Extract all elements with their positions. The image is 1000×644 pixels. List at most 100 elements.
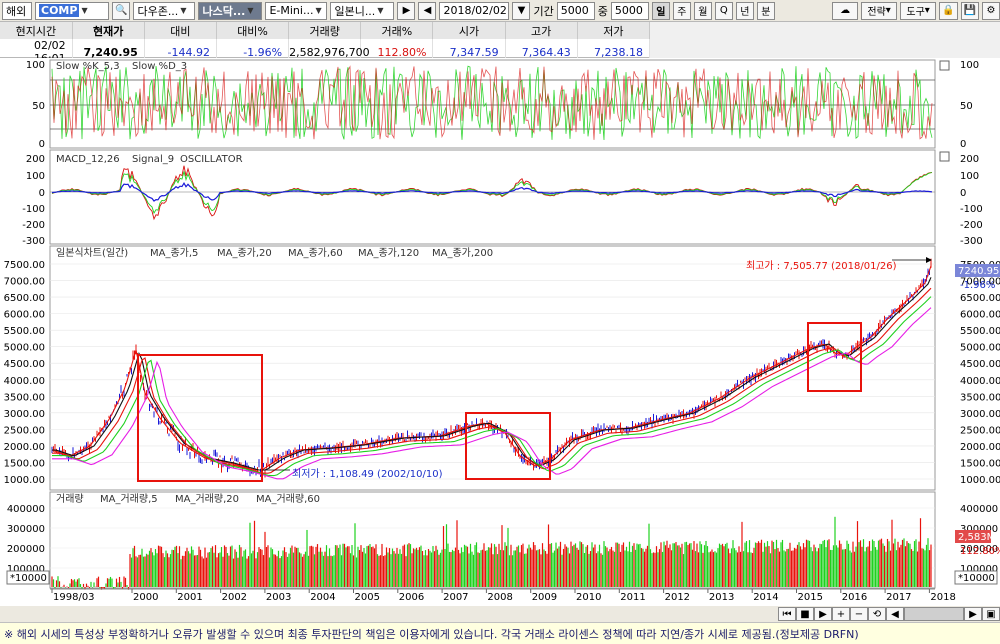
stoch-tick-right: 50 [960, 101, 973, 112]
x-tick-label: 2004 [310, 592, 335, 603]
x-tick-label: 1998/03 [53, 592, 95, 603]
interval-quarter[interactable]: Q [714, 1, 733, 20]
pan-left-icon[interactable]: ◀ [886, 607, 904, 621]
stoch-tick-left: 50 [32, 101, 45, 112]
scroll-prev-icon[interactable]: ▶ [814, 607, 832, 621]
last-volume: 2,583M [958, 532, 995, 543]
volume-legend: 거래량 [56, 493, 84, 505]
count-input[interactable]: 5000 [610, 1, 649, 20]
chart-type-select[interactable]: 일본니... ▼ [330, 1, 395, 20]
chevron-down-icon[interactable]: ▼ [315, 6, 321, 15]
price-tick-right: 6000.00 [960, 310, 1000, 321]
futures-label: E-Mini... [269, 4, 314, 17]
tools-button[interactable]: 도구 ▾ [900, 1, 937, 20]
price-tick-left: 1500.00 [4, 458, 45, 469]
code-select[interactable]: COMP ▼ [35, 1, 109, 20]
price-tick-left: 7000.00 [4, 277, 45, 288]
reset-icon[interactable]: ⟲ [868, 607, 886, 621]
chevron-down-icon[interactable]: ▼ [180, 6, 186, 15]
play-icon[interactable]: ▶ [397, 1, 416, 20]
market-select[interactable]: 해외 [2, 1, 32, 20]
macd-tick-right: -100 [960, 204, 983, 215]
x-tick-label: 2009 [532, 592, 557, 603]
chart-nav-bar: ⏮ ■ ▶ + − ⟲ ◀ ▶ ▣ [0, 606, 1000, 622]
x-tick-label: 2005 [355, 592, 380, 603]
vol-ma-legend-60: MA_거래량,60 [256, 493, 320, 505]
macd-tick-right: 200 [960, 154, 979, 165]
period-value: 5000 [560, 4, 589, 17]
stop-icon[interactable]: ■ [796, 607, 814, 621]
price-tick-left: 5000.00 [4, 343, 45, 354]
quote-table: 현지시간 현재가 대비 대비% 거래량 거래% 시가 고가 저가 02/02 1… [0, 22, 651, 65]
panel-expand-icon[interactable] [939, 60, 950, 71]
interval-week[interactable]: 주 [672, 1, 691, 20]
quote-header: 고가 [505, 22, 578, 39]
scrollbar-track[interactable] [904, 607, 964, 621]
footer-notice: ※ 해외 시세의 특성상 부정확하거나 오류가 발생할 수 있으며 최종 투자판… [0, 622, 1000, 644]
price-tick-right: 5500.00 [960, 326, 1000, 337]
scroll-left-icon[interactable]: ⏮ [778, 607, 796, 621]
stoch-tick-right: 100 [960, 60, 979, 71]
macd-legend: MACD_12,26 [56, 154, 120, 165]
price-panel[interactable] [49, 245, 936, 491]
cloud-icon[interactable]: ☁ [832, 1, 859, 20]
prev-icon[interactable]: ◀ [418, 1, 437, 20]
chevron-down-icon[interactable]: ▼ [81, 6, 87, 15]
volume-unit-right: *10000 [958, 573, 995, 584]
strategy-label: 전략 [867, 7, 886, 18]
x-tick-label: 2008 [487, 592, 512, 603]
chevron-down-icon[interactable]: ▼ [247, 6, 253, 15]
x-tick-label: 2014 [753, 592, 778, 603]
save-icon[interactable]: 💾 [960, 1, 979, 20]
chart-svg[interactable]: 100 50 0 100 50 0 Slow %K_5,3 Slow %D_3 … [0, 58, 1000, 606]
lock-icon[interactable]: 🔒 [939, 1, 958, 20]
last-volume-ratio: 112.80% [960, 546, 1000, 557]
index-select[interactable]: 나스닥... ▼ [198, 1, 263, 20]
zoom-in-icon[interactable]: + [832, 607, 850, 621]
quote-header: 시가 [432, 22, 506, 39]
price-legend: 일본식차트(일간) [56, 247, 128, 259]
strategy-button[interactable]: 전략 ▾ [861, 1, 898, 20]
period-input[interactable]: 5000 [556, 1, 595, 20]
x-tick-label: 2018 [930, 592, 955, 603]
signal-legend: Signal_9 [132, 154, 174, 165]
pan-right-icon[interactable]: ▶ [964, 607, 982, 621]
settings-icon[interactable]: ⚙ [982, 1, 1000, 20]
x-tick-label: 2002 [222, 592, 247, 603]
macd-tick: -300 [22, 236, 45, 247]
macd-tick: 0 [39, 188, 45, 199]
ma-legend-5: MA_종가,5 [150, 247, 198, 259]
interval-year[interactable]: 년 [735, 1, 754, 20]
search-icon[interactable]: 🔍 [112, 1, 131, 20]
panel-expand-icon[interactable] [939, 151, 950, 162]
price-tick-right: 4000.00 [960, 376, 1000, 387]
interval-day[interactable]: 일 [651, 1, 670, 20]
date-chevron-icon[interactable]: ▼ [512, 1, 531, 20]
interval-minute[interactable]: 분 [756, 1, 775, 20]
stoch-tick-left: 0 [39, 139, 45, 150]
date-field[interactable]: 2018/02/02 [439, 1, 510, 20]
price-tick-right: 3500.00 [960, 392, 1000, 403]
low-label: 최저가 : 1,108.49 (2002/10/10) [292, 468, 443, 480]
x-tick-label: 2017 [886, 592, 911, 603]
count-value: 5000 [614, 4, 643, 17]
x-tick-label: 2000 [133, 592, 158, 603]
fit-icon[interactable]: ▣ [982, 607, 1000, 621]
price-tick-left: 5500.00 [4, 326, 45, 337]
price-tick-right: 4500.00 [960, 359, 1000, 370]
interval-month[interactable]: 월 [693, 1, 712, 20]
quote-header: 대비 [144, 22, 217, 39]
stoch-tick-right: 0 [960, 139, 966, 150]
chart-area[interactable]: 100 50 0 100 50 0 Slow %K_5,3 Slow %D_3 … [0, 58, 1000, 606]
price-tick-left: 4500.00 [4, 359, 45, 370]
x-tick-label: 2016 [842, 592, 867, 603]
exchange-select[interactable]: 다우존... ▼ [133, 1, 196, 20]
price-tick-right: 2500.00 [960, 425, 1000, 436]
zoom-out-icon[interactable]: − [850, 607, 868, 621]
price-tick-right: 3000.00 [960, 409, 1000, 420]
chevron-down-icon[interactable]: ▼ [377, 6, 383, 15]
futures-select[interactable]: E-Mini... ▼ [265, 1, 328, 20]
price-tick-left: 7500.00 [4, 260, 45, 271]
x-axis: 1998/03 2000 2001 2002 2003 2004 2005 2006 2007 2… [51, 589, 956, 603]
x-tick-label: 2012 [665, 592, 690, 603]
